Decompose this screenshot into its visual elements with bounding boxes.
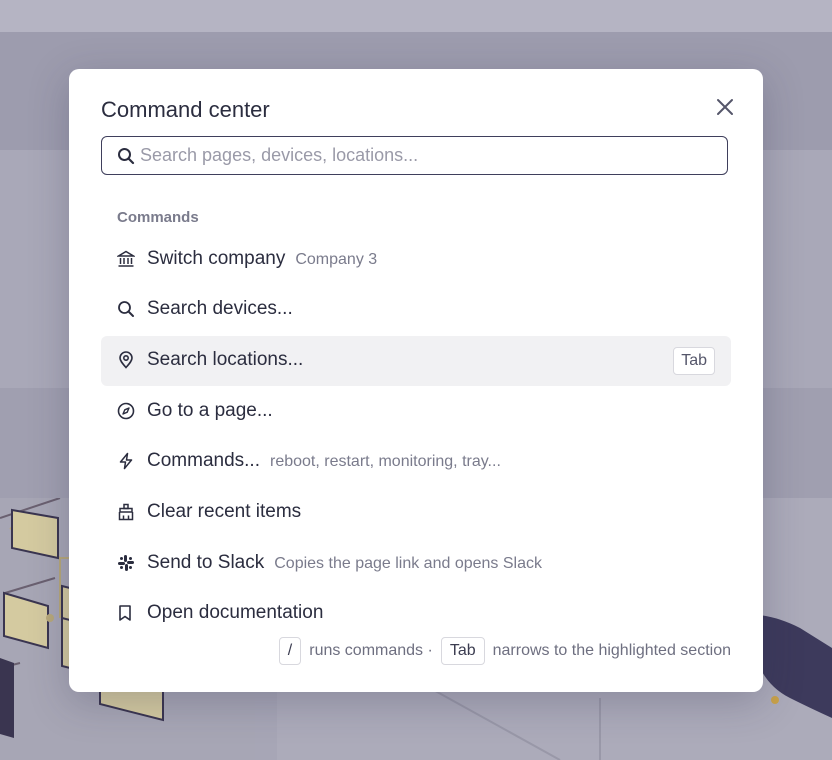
keyboard-hints: / runs commands · Tab narrows to the hig…: [278, 637, 731, 665]
broom-icon: [118, 503, 134, 521]
command-center-dialog: Command center Commands Switch companyCo…: [69, 69, 763, 692]
command-label: Search locations...: [147, 349, 304, 370]
command-item-open-documentation[interactable]: Open documentation: [101, 589, 731, 623]
command-label: Search devices...: [147, 298, 293, 319]
command-label: Open documentation: [147, 602, 324, 623]
book-icon: [119, 605, 131, 621]
search-field[interactable]: [101, 136, 728, 175]
command-label: Go to a page...: [147, 400, 273, 421]
command-item-commands[interactable]: Commands... reboot, restart, monitoring, …: [101, 437, 731, 487]
close-icon: [717, 99, 733, 115]
command-item-clear-recent[interactable]: Clear recent items: [101, 488, 731, 538]
command-label: Clear recent items: [147, 501, 302, 522]
compass-icon: [117, 402, 135, 420]
command-list: Commands Switch company Company 3 Search …: [101, 191, 731, 623]
slack-icon: [118, 555, 134, 571]
lightning-icon: [119, 452, 133, 470]
shortcut-badge: Tab: [673, 347, 715, 375]
dialog-title: Command center: [101, 97, 270, 122]
hint-text: narrows to the highlighted section: [492, 642, 731, 659]
map-pin-icon: [119, 351, 133, 369]
close-button[interactable]: [713, 95, 737, 119]
command-item-go-to-page[interactable]: Go to a page...: [101, 387, 731, 437]
search-icon: [118, 301, 134, 317]
bank-icon: [117, 250, 135, 267]
command-item-send-to-slack[interactable]: Send to Slack Copies the page link and op…: [101, 539, 731, 589]
command-hint: reboot, restart, monitoring, tray...: [269, 453, 501, 470]
background-topbar: [0, 0, 832, 32]
key-tab: Tab: [440, 637, 485, 665]
command-item-search-devices[interactable]: Search devices...: [101, 285, 731, 335]
search-icon: [118, 148, 135, 165]
command-label: Commands... reboot, restart, monitoring, …: [147, 450, 501, 471]
group-label-commands: Commands: [117, 209, 199, 226]
hint-text: runs commands ·: [309, 642, 433, 659]
command-label: Send to Slack Copies the page link and op…: [147, 552, 542, 573]
command-label: Switch company Company 3: [147, 248, 378, 269]
command-hint: Copies the page link and opens Slack: [274, 555, 542, 572]
command-item-switch-company[interactable]: Switch company Company 3: [101, 235, 731, 285]
key-slash: /: [278, 637, 302, 665]
command-hint: Company 3: [295, 251, 378, 268]
command-item-search-locations[interactable]: Search locations... Tab: [101, 336, 731, 386]
search-input[interactable]: [140, 137, 720, 173]
